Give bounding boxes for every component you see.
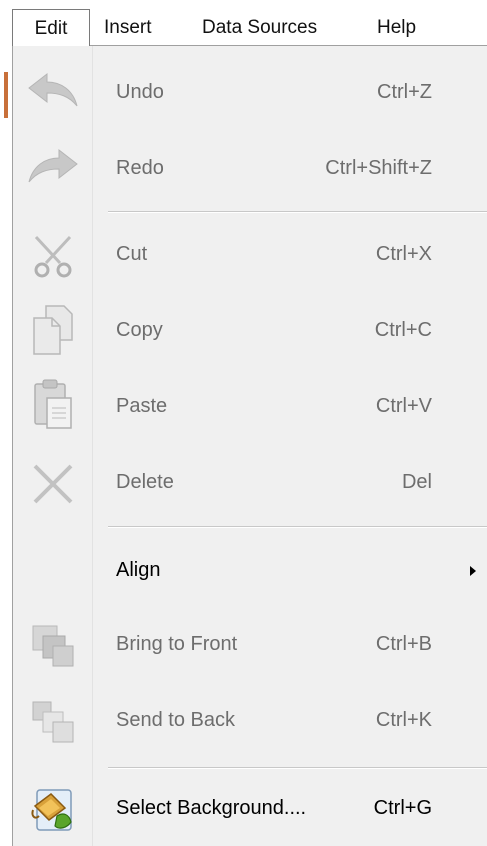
paste-label: Paste xyxy=(116,395,168,417)
undo-icon xyxy=(27,66,79,118)
send-to-back-label: Send to Back xyxy=(116,709,235,731)
menu-item-select-background[interactable]: Select Background.... Ctrl+G xyxy=(13,784,487,834)
send-to-back-icon xyxy=(27,696,79,748)
menu-item-redo[interactable]: Redo Ctrl+Shift+Z xyxy=(13,144,487,194)
send-to-back-shortcut: Ctrl+K xyxy=(375,709,432,731)
bring-to-front-icon xyxy=(27,620,79,672)
menu-item-bring-to-front[interactable]: Bring to Front Ctrl+B xyxy=(13,620,487,670)
menu-separator xyxy=(108,211,487,213)
edit-dropdown-menu: Undo Ctrl+Z Redo Ctrl+Shift+Z Cut Ctrl+X xyxy=(12,45,487,846)
menu-item-undo[interactable]: Undo Ctrl+Z xyxy=(13,68,487,118)
delete-label: Delete xyxy=(116,471,174,493)
paste-icon xyxy=(27,378,79,430)
redo-label: Redo xyxy=(116,157,164,179)
select-background-label: Select Background.... xyxy=(116,797,307,819)
copy-label: Copy xyxy=(116,319,163,341)
cut-label: Cut xyxy=(116,243,148,265)
menu-insert[interactable]: Insert xyxy=(104,9,152,46)
redo-shortcut: Ctrl+Shift+Z xyxy=(325,157,432,179)
menu-separator xyxy=(108,767,487,769)
menu-bar: Edit Insert Data Sources Help xyxy=(0,0,487,46)
paste-shortcut: Ctrl+V xyxy=(375,395,432,417)
align-label: Align xyxy=(116,559,161,581)
window-left-edge xyxy=(0,0,12,846)
redo-icon xyxy=(27,142,79,194)
menu-item-delete[interactable]: Delete Del xyxy=(13,458,487,508)
menu-help[interactable]: Help xyxy=(377,9,416,46)
menu-item-cut[interactable]: Cut Ctrl+X xyxy=(13,230,487,280)
menu-item-send-to-back[interactable]: Send to Back Ctrl+K xyxy=(13,696,487,746)
menu-item-copy[interactable]: Copy Ctrl+C xyxy=(13,304,487,356)
window-accent-strip xyxy=(4,72,8,118)
copy-shortcut: Ctrl+C xyxy=(374,319,432,341)
scissors-icon xyxy=(27,230,79,282)
undo-label: Undo xyxy=(116,81,164,103)
menu-item-align[interactable]: Align xyxy=(13,546,487,596)
delete-icon xyxy=(27,458,79,510)
select-background-shortcut: Ctrl+G xyxy=(373,797,432,819)
undo-shortcut: Ctrl+Z xyxy=(377,81,432,103)
copy-icon xyxy=(27,304,79,356)
cut-shortcut: Ctrl+X xyxy=(375,243,432,265)
bring-to-front-label: Bring to Front xyxy=(116,633,238,655)
paint-bucket-icon xyxy=(27,784,79,836)
menu-separator xyxy=(108,526,487,528)
delete-shortcut: Del xyxy=(401,471,432,493)
menu-edit[interactable]: Edit xyxy=(12,9,90,46)
bring-to-front-shortcut: Ctrl+B xyxy=(375,633,432,655)
menu-data-sources[interactable]: Data Sources xyxy=(202,9,317,46)
menu-item-paste[interactable]: Paste Ctrl+V xyxy=(13,379,487,432)
submenu-arrow-icon xyxy=(470,566,476,576)
